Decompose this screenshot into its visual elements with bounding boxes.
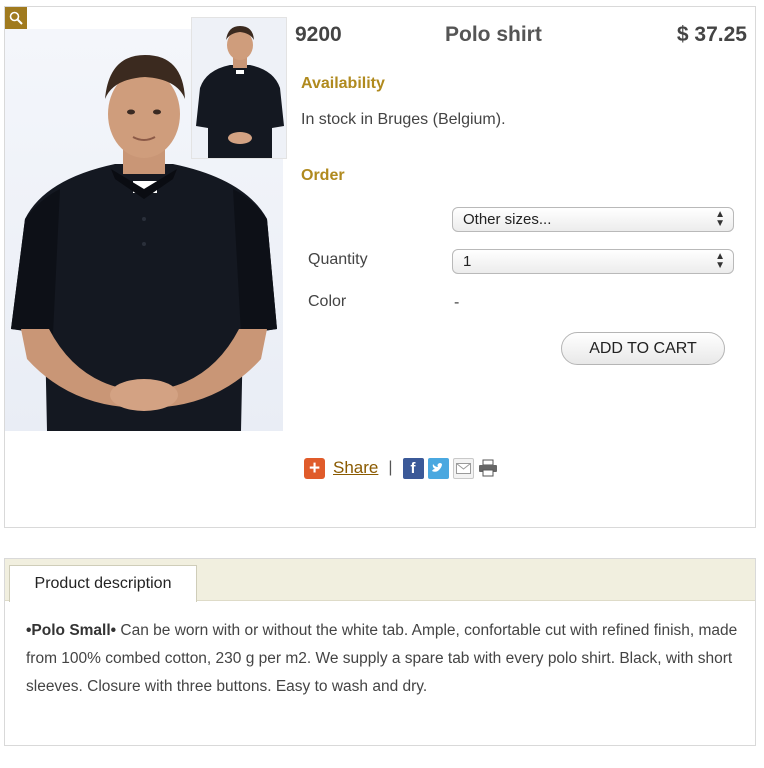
quantity-select-value: 1: [463, 253, 472, 270]
product-thumbnail[interactable]: [191, 17, 287, 159]
email-icon[interactable]: [452, 457, 474, 479]
color-value: -: [454, 294, 460, 311]
add-to-cart-button[interactable]: ADD TO CART: [561, 332, 725, 365]
product-sku: 9200: [295, 23, 342, 46]
tab-product-description[interactable]: Product description: [9, 565, 197, 602]
quantity-select[interactable]: 1 ▲ ▼: [452, 249, 734, 274]
description-text: •Polo Small• Can be worn with or without…: [26, 617, 738, 701]
twitter-icon[interactable]: [427, 457, 449, 479]
product-price: $ 37.25: [676, 23, 747, 46]
facebook-icon[interactable]: f: [402, 457, 424, 479]
share-bar: + Share | f: [304, 456, 503, 480]
description-tab-bar: Product description: [5, 559, 755, 602]
print-icon[interactable]: [478, 458, 499, 479]
product-name: Polo shirt: [445, 23, 542, 46]
description-lead: •Polo Small•: [26, 622, 117, 639]
description-body: Can be worn with or without the white ta…: [26, 622, 738, 695]
share-separator: |: [388, 459, 393, 476]
zoom-icon[interactable]: [5, 7, 27, 29]
description-panel: Product description •Polo Small• Can be …: [4, 558, 756, 746]
product-card: 9200 Polo shirt $ 37.25 Availability In …: [4, 6, 756, 528]
size-select[interactable]: Other sizes... ▲ ▼: [452, 207, 734, 232]
availability-heading: Availability: [301, 75, 385, 92]
order-heading: Order: [301, 167, 345, 184]
availability-text: In stock in Bruges (Belgium).: [301, 111, 506, 128]
color-label: Color: [308, 293, 347, 310]
select-arrows-icon: ▲ ▼: [715, 209, 725, 229]
select-arrows-icon: ▲ ▼: [715, 251, 725, 271]
size-select-value: Other sizes...: [463, 211, 552, 228]
share-plus-icon[interactable]: +: [304, 457, 325, 479]
quantity-label: Quantity: [308, 251, 368, 268]
share-link[interactable]: Share: [333, 458, 378, 478]
